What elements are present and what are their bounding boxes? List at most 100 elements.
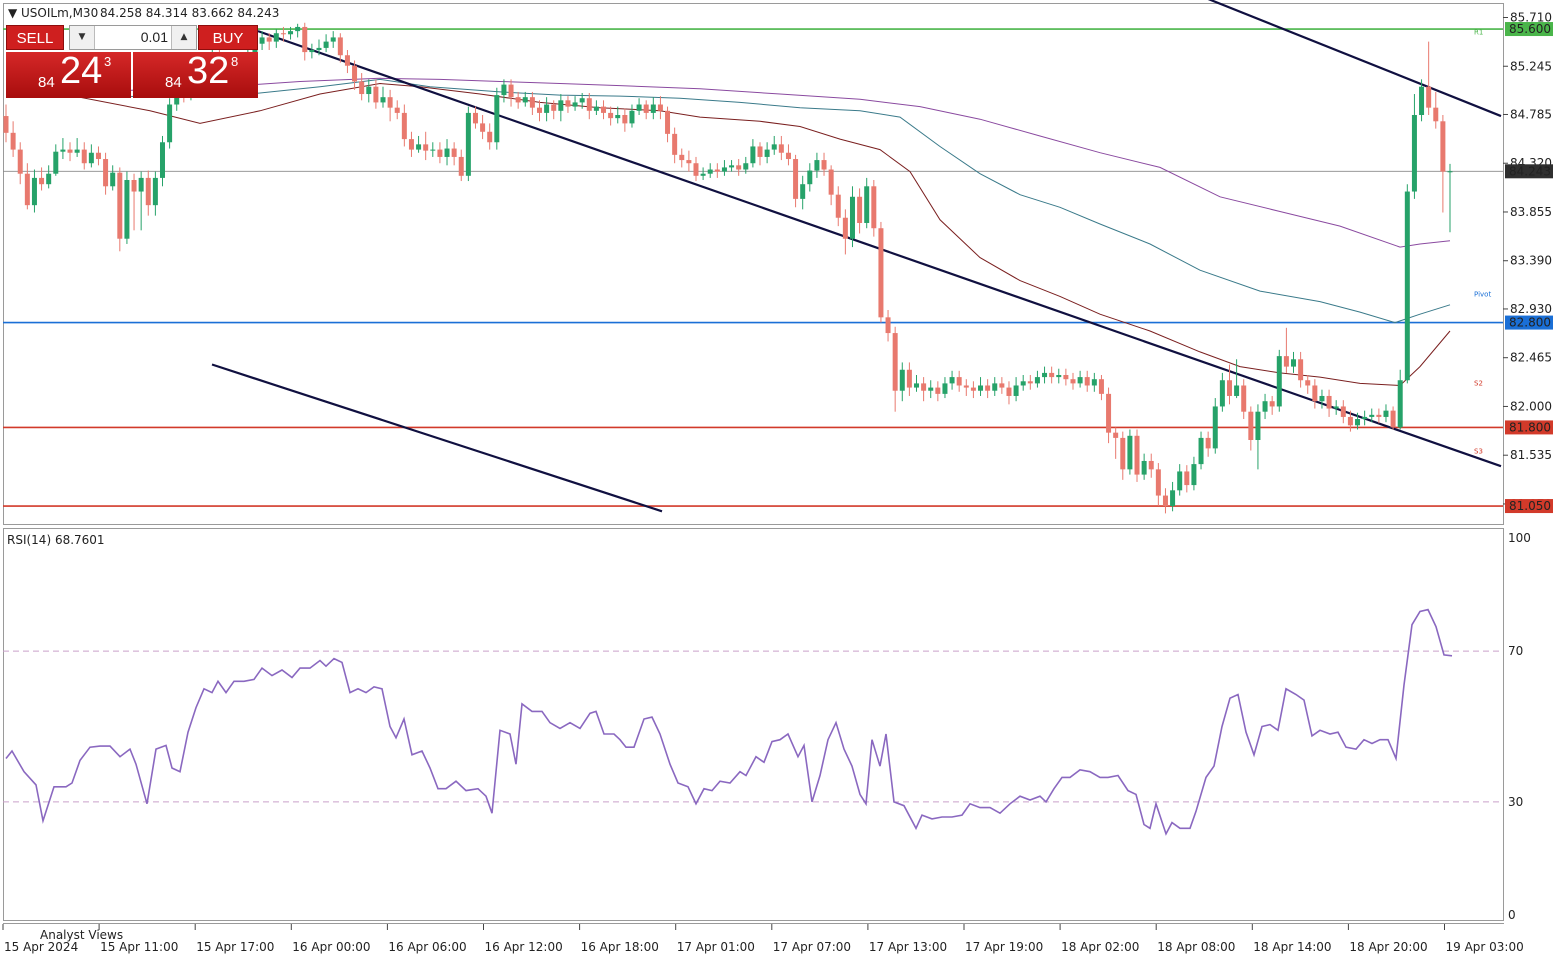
candle-body <box>757 146 763 157</box>
candle-body <box>821 160 827 170</box>
candle-body <box>1340 406 1346 417</box>
candle-body <box>579 98 585 103</box>
time-tick-label: 18 Apr 02:00 <box>1061 940 1139 954</box>
candle-body <box>814 160 820 171</box>
candle-body <box>1063 375 1069 380</box>
candle-body <box>1305 380 1311 386</box>
candle-body <box>793 159 799 199</box>
candle-body <box>394 107 400 113</box>
candle-body <box>1276 356 1282 407</box>
candle-body <box>401 112 407 140</box>
candle-body <box>152 177 158 206</box>
price-chart[interactable]: R1PivotS2S3 85.71085.24584.78584.32083.8… <box>0 0 1560 960</box>
candle-body <box>700 173 706 176</box>
sell-price[interactable]: 84 24 3 <box>6 50 131 98</box>
candle <box>1276 349 1282 412</box>
sell-button[interactable]: SELL <box>6 25 64 50</box>
candle-body <box>750 146 756 164</box>
candle-body <box>1141 460 1147 475</box>
candle-body <box>657 104 663 111</box>
lot-decrease-icon[interactable]: ▼ <box>70 26 95 49</box>
lot-increase-icon[interactable]: ▲ <box>171 26 196 49</box>
level-tag-1: 82.800 <box>1509 316 1551 330</box>
candle-body <box>1234 385 1240 396</box>
candle-body <box>344 55 350 66</box>
lot-size-stepper[interactable]: ▼ 0.01 ▲ <box>69 25 197 50</box>
candle-body <box>1006 387 1012 396</box>
time-tick-label: 15 Apr 17:00 <box>196 940 274 954</box>
time-tick-label: 18 Apr 14:00 <box>1253 940 1331 954</box>
time-tick-label: 16 Apr 12:00 <box>485 940 563 954</box>
candle-body <box>1184 471 1190 486</box>
candle-body <box>1170 490 1176 507</box>
candle-body <box>1411 115 1417 192</box>
candle-body <box>359 81 365 95</box>
candle <box>167 98 173 149</box>
candle-body <box>1013 385 1019 396</box>
candle-body <box>536 107 542 113</box>
candle-body <box>1106 393 1112 433</box>
lot-size-input[interactable]: 0.01 <box>96 26 170 49</box>
candle-body <box>416 144 422 150</box>
candle-body <box>472 112 478 124</box>
candle <box>124 171 130 244</box>
candle-body <box>849 196 855 239</box>
price-tick-label: 85.245 <box>1510 59 1552 73</box>
candle-body <box>693 163 699 176</box>
candle-body <box>39 177 45 185</box>
candle-body <box>1198 437 1204 465</box>
candle-body <box>743 163 749 170</box>
candle-body <box>1312 385 1318 402</box>
candle-body <box>494 95 500 143</box>
candle-body <box>665 110 671 134</box>
candle-body <box>522 97 528 103</box>
sell-price-pips: 24 <box>60 50 103 92</box>
candle-body <box>978 385 984 391</box>
buy-price[interactable]: 84 32 8 <box>133 50 258 98</box>
candle-body <box>60 149 66 152</box>
candle-body <box>963 385 969 388</box>
candle-body <box>622 115 628 124</box>
rsi-label: RSI(14) 68.7601 <box>7 533 105 547</box>
candle-body <box>515 97 521 103</box>
candle-body <box>437 149 443 157</box>
candle-body <box>444 148 450 157</box>
candle-body <box>88 152 94 164</box>
candle-body <box>167 104 173 143</box>
buy-button[interactable]: BUY <box>198 25 258 50</box>
time-tick-label: 15 Apr 11:00 <box>100 940 178 954</box>
candle <box>1127 429 1133 475</box>
time-tick-label: 18 Apr 08:00 <box>1157 940 1235 954</box>
rsi-tick-label: 70 <box>1508 644 1523 658</box>
candle-body <box>1383 410 1389 417</box>
chart-ohlc: 84.258 84.314 83.662 84.243 <box>100 6 279 20</box>
time-tick-label: 17 Apr 07:00 <box>773 940 851 954</box>
time-tick-label: 18 Apr 20:00 <box>1349 940 1427 954</box>
candle-body <box>999 383 1005 388</box>
candle-body <box>323 41 329 48</box>
candle-body <box>316 47 322 50</box>
candle-body <box>992 383 998 391</box>
candle-body <box>81 149 87 164</box>
price-tick-label: 83.855 <box>1510 205 1552 219</box>
candle-body <box>1070 379 1076 384</box>
candle-body <box>764 149 770 157</box>
candle-body <box>1355 419 1361 426</box>
candle-body <box>1219 380 1225 407</box>
candle-body <box>1191 464 1197 486</box>
candle-body <box>124 180 130 239</box>
candle-body <box>145 177 151 206</box>
candle-body <box>914 383 920 388</box>
candle-body <box>1376 414 1382 417</box>
candle-body <box>878 228 884 318</box>
candle-body <box>1212 406 1218 449</box>
candle <box>1134 429 1140 482</box>
rsi-tick-label: 100 <box>1508 531 1531 545</box>
candle-body <box>1177 471 1183 491</box>
candle-body <box>864 186 870 223</box>
candle-body <box>1333 406 1339 409</box>
candle-body <box>899 369 905 391</box>
candle-body <box>501 84 507 96</box>
candle-body <box>117 172 123 239</box>
candle-body <box>565 100 571 107</box>
